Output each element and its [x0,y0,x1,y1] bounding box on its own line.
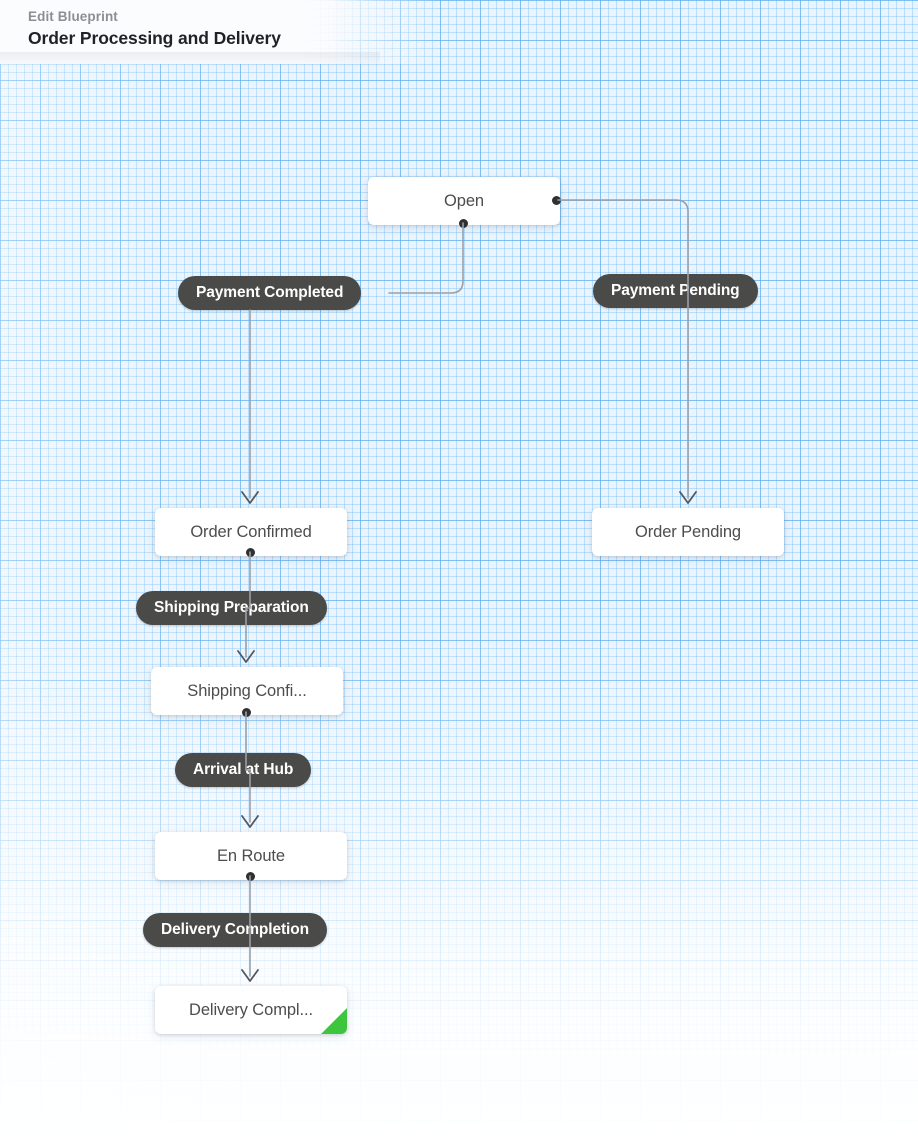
header-text-block: Edit Blueprint Order Processing and Deli… [28,8,281,50]
edge-shipping-confirmed-to-en-route [245,711,251,823]
breadcrumb[interactable]: Edit Blueprint [28,8,281,25]
page-title: Order Processing and Delivery [28,28,281,48]
edge-layer [237,199,697,982]
edge-order-confirmed-to-shipping-confirmed [245,551,251,658]
edge-open-to-payment-completed [388,222,464,294]
edge-open-to-payment-pending [557,199,689,292]
